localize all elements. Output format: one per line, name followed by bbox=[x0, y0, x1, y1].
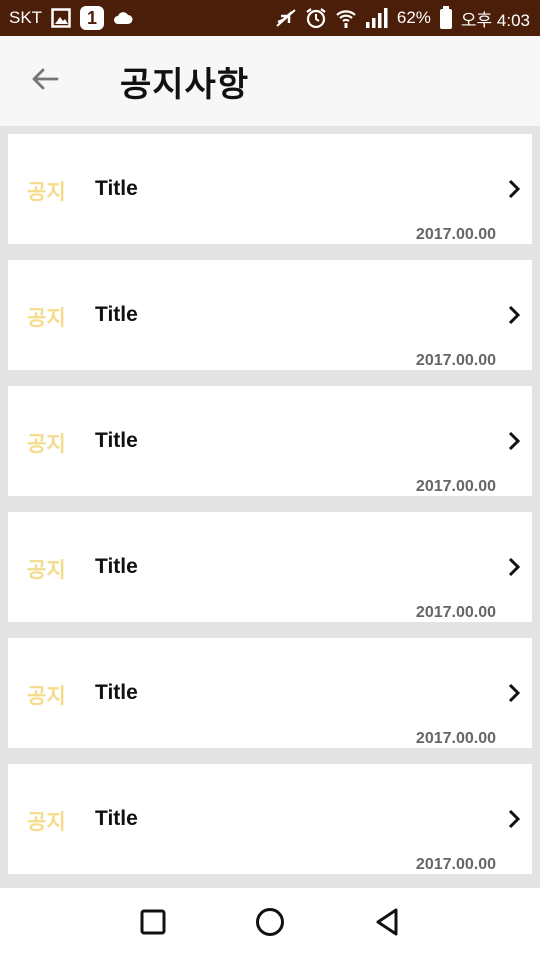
notice-item[interactable]: 공지 Title 2017.00.00 bbox=[8, 512, 532, 622]
recent-apps-button[interactable] bbox=[133, 904, 173, 944]
signal-icon bbox=[365, 7, 389, 29]
notice-tag: 공지 bbox=[27, 558, 66, 582]
chevron-right-icon bbox=[506, 682, 522, 704]
chevron-right-icon bbox=[506, 808, 522, 830]
square-icon bbox=[140, 909, 166, 939]
notice-title: Title bbox=[95, 555, 138, 578]
system-back-button[interactable] bbox=[367, 904, 407, 944]
notice-date: 2017.00.00 bbox=[415, 856, 496, 873]
chevron-right-icon bbox=[506, 556, 522, 578]
notice-item[interactable]: 공지 Title 2017.00.00 bbox=[8, 764, 532, 874]
notice-date: 2017.00.00 bbox=[415, 478, 496, 495]
app-bar: 공지사항 bbox=[0, 36, 540, 126]
cloud-icon bbox=[113, 11, 133, 25]
battery-icon bbox=[439, 6, 453, 30]
battery-percent: 62% bbox=[396, 8, 431, 27]
notice-title: Title bbox=[95, 807, 138, 830]
notice-item[interactable]: 공지 Title 2017.00.00 bbox=[8, 134, 532, 244]
notice-date: 2017.00.00 bbox=[415, 352, 496, 369]
notice-item[interactable]: 공지 Title 2017.00.00 bbox=[8, 260, 532, 370]
notice-tag: 공지 bbox=[27, 432, 66, 456]
arrow-left-icon bbox=[31, 67, 59, 95]
notice-date: 2017.00.00 bbox=[415, 604, 496, 621]
chevron-right-icon bbox=[506, 178, 522, 200]
notice-tag: 공지 bbox=[27, 810, 66, 834]
status-bar-right: 62% 오후 4:03 bbox=[267, 6, 530, 31]
wifi-icon bbox=[335, 7, 357, 29]
notice-tag: 공지 bbox=[27, 684, 66, 708]
system-nav-bar bbox=[0, 888, 540, 960]
notice-list: 공지 Title 2017.00.00 공지 Title 2017.00.00 … bbox=[8, 134, 532, 890]
status-bar: SKT 1 62% 오후 4:03 bbox=[0, 0, 540, 36]
notice-date: 2017.00.00 bbox=[415, 226, 496, 243]
page-title: 공지사항 bbox=[120, 64, 250, 105]
notice-tag: 공지 bbox=[27, 306, 66, 330]
status-time: 오후 4:03 bbox=[460, 10, 530, 30]
chevron-right-icon bbox=[506, 430, 522, 452]
notice-item[interactable]: 공지 Title 2017.00.00 bbox=[8, 638, 532, 748]
home-button[interactable] bbox=[250, 904, 290, 944]
alarm-icon bbox=[305, 7, 327, 29]
notice-title: Title bbox=[95, 681, 138, 704]
chevron-right-icon bbox=[506, 304, 522, 326]
back-button[interactable] bbox=[15, 51, 75, 111]
triangle-back-icon bbox=[374, 907, 400, 941]
notice-title: Title bbox=[95, 303, 138, 326]
notification-count-badge: 1 bbox=[80, 6, 105, 30]
notice-item[interactable]: 공지 Title 2017.00.00 bbox=[8, 386, 532, 496]
circle-icon bbox=[255, 907, 285, 941]
gallery-icon bbox=[51, 8, 71, 28]
screen: SKT 1 62% 오후 4:03 공지사항 공지 Title 2017.00.… bbox=[0, 0, 540, 960]
mute-icon bbox=[275, 8, 297, 28]
notice-title: Title bbox=[95, 429, 138, 452]
notice-date: 2017.00.00 bbox=[415, 730, 496, 747]
status-bar-left: SKT 1 bbox=[9, 6, 142, 30]
carrier-label: SKT bbox=[9, 8, 43, 27]
notice-title: Title bbox=[95, 177, 138, 200]
notice-tag: 공지 bbox=[27, 180, 66, 204]
